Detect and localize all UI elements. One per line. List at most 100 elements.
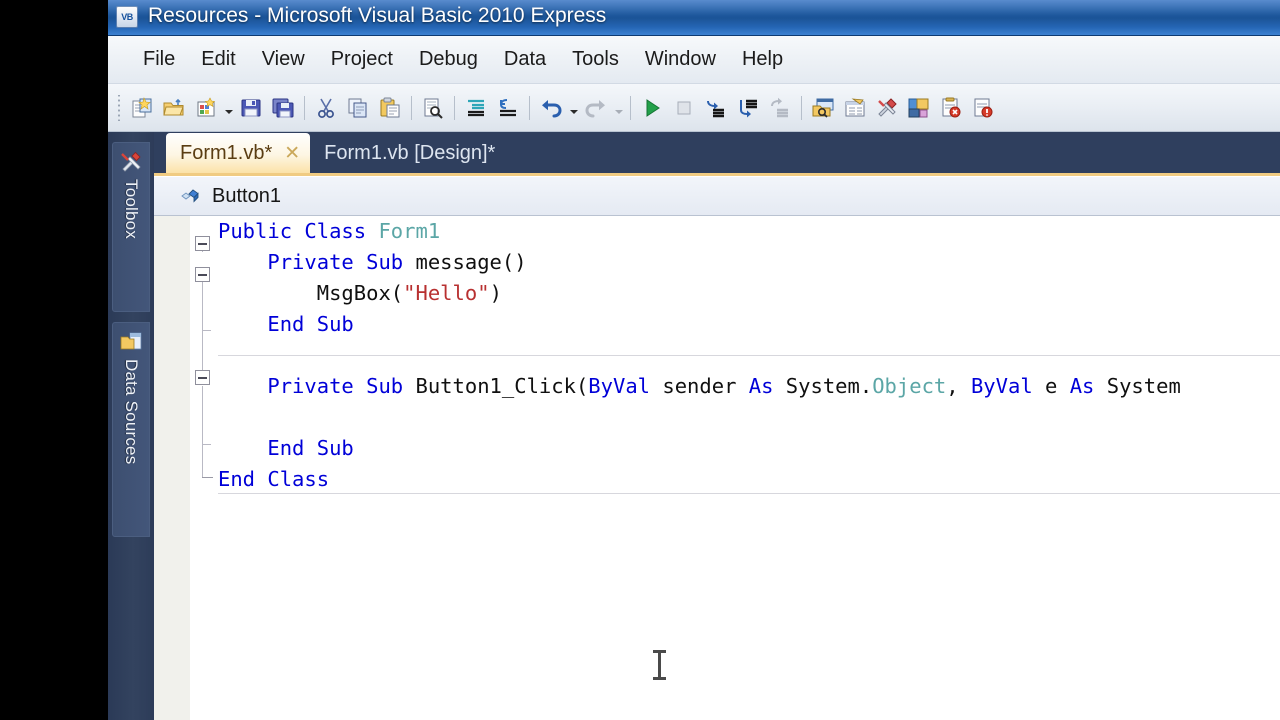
menu-item-debug[interactable]: Debug — [406, 44, 491, 75]
code-token: ByVal — [970, 374, 1033, 398]
stop-icon[interactable] — [669, 93, 699, 123]
workspace: Toolbox Data Sources Form1.vb* ✕ Form1.v… — [108, 132, 1280, 720]
menu-item-data[interactable]: Data — [491, 44, 559, 75]
code-token: As — [748, 374, 774, 398]
redo-dropdown[interactable] — [612, 93, 625, 123]
window-title: Resources - Microsoft Visual Basic 2010 … — [148, 4, 607, 27]
step-into-icon[interactable] — [701, 93, 731, 123]
code-token: Private — [267, 374, 354, 398]
code-line[interactable]: Public Class Form1 — [218, 216, 1280, 247]
code-line[interactable] — [218, 402, 1280, 433]
tab-form1-vb-design[interactable]: Form1.vb [Design]* — [310, 133, 505, 173]
menu-item-edit[interactable]: Edit — [188, 44, 248, 75]
outlining-rail — [202, 444, 204, 478]
sidebar-item-toolbox-label: Toolbox — [122, 179, 141, 239]
save-all-icon[interactable] — [268, 93, 298, 123]
new-project-icon[interactable] — [127, 93, 157, 123]
close-icon[interactable]: ✕ — [284, 142, 300, 165]
uncomment-icon[interactable] — [493, 93, 523, 123]
object-browser-icon[interactable] — [904, 93, 934, 123]
toolbox-icon[interactable] — [872, 93, 902, 123]
menu-bar: File Edit View Project Debug Data Tools … — [108, 36, 1280, 84]
toolbar-separator — [630, 95, 631, 120]
code-token: , — [946, 374, 971, 398]
step-over-icon[interactable] — [733, 93, 763, 123]
code-token: End — [267, 436, 305, 460]
code-token: Class — [304, 219, 367, 243]
code-editor[interactable]: Public Class Form1 Private Sub message()… — [154, 216, 1280, 720]
navigation-member-label[interactable]: Button1 — [212, 185, 281, 208]
copy-icon[interactable] — [343, 93, 373, 123]
add-new-item-dropdown[interactable] — [222, 93, 235, 123]
solution-explorer-icon[interactable] — [808, 93, 838, 123]
properties-window-icon[interactable] — [840, 93, 870, 123]
code-line[interactable]: End Sub — [218, 433, 1280, 464]
paste-icon[interactable] — [375, 93, 405, 123]
undo-dropdown[interactable] — [567, 93, 580, 123]
start-debugging-icon[interactable] — [637, 93, 667, 123]
code-line[interactable]: Private Sub Button1_Click(ByVal sender A… — [218, 371, 1280, 402]
indicator-margin[interactable] — [154, 216, 190, 720]
toolbox-icon — [120, 151, 142, 173]
sidebar-item-data-sources[interactable]: Data Sources — [112, 322, 150, 537]
menu-item-project[interactable]: Project — [318, 44, 406, 75]
open-file-icon[interactable] — [159, 93, 189, 123]
cut-icon[interactable] — [311, 93, 341, 123]
sidebar-item-toolbox[interactable]: Toolbox — [112, 142, 150, 312]
editor-area: Form1.vb* ✕ Form1.vb [Design]* Button1 P… — [154, 132, 1280, 720]
output-window-icon[interactable] — [968, 93, 998, 123]
text-cursor — [653, 650, 666, 680]
menu-item-window[interactable]: Window — [632, 44, 729, 75]
code-token: Sub — [366, 374, 404, 398]
code-token: Sub — [316, 436, 354, 460]
code-token: Form1 — [378, 219, 441, 243]
step-out-icon[interactable] — [765, 93, 795, 123]
outlining-foot — [202, 477, 213, 479]
outlining-rail — [202, 330, 204, 370]
save-icon[interactable] — [236, 93, 266, 123]
redo-icon[interactable] — [581, 93, 611, 123]
undo-icon[interactable] — [536, 93, 566, 123]
find-icon[interactable] — [418, 93, 448, 123]
menu-item-file[interactable]: File — [130, 44, 188, 75]
fold-toggle-sub-message[interactable] — [195, 267, 210, 282]
fold-toggle-sub-button1-click[interactable] — [195, 370, 210, 385]
toolbar-grip[interactable] — [114, 94, 124, 121]
code-token: Class — [267, 467, 330, 491]
menu-item-tools[interactable]: Tools — [559, 44, 632, 75]
code-line[interactable]: End Sub — [218, 309, 1280, 340]
screenshot-stage: VB Resources - Microsoft Visual Basic 20… — [0, 0, 1280, 720]
standard-toolbar — [108, 84, 1280, 132]
comment-icon[interactable] — [461, 93, 491, 123]
code-line[interactable]: End Class — [218, 464, 1280, 495]
code-token: MsgBox( — [316, 281, 404, 305]
code-line[interactable]: MsgBox("Hello") — [218, 278, 1280, 309]
add-new-item-icon[interactable] — [191, 93, 221, 123]
code-token: Sub — [316, 312, 354, 336]
menu-item-view[interactable]: View — [249, 44, 318, 75]
menu-item-help[interactable]: Help — [729, 44, 796, 75]
code-token: Private — [267, 250, 354, 274]
code-token: Object — [872, 374, 947, 398]
toolbar-separator — [304, 95, 305, 120]
code-line[interactable]: Private Sub message() — [218, 247, 1280, 278]
code-text-surface[interactable]: Public Class Form1 Private Sub message()… — [218, 216, 1280, 720]
code-token: End — [218, 467, 256, 491]
toolbar-separator — [454, 95, 455, 120]
code-token: As — [1069, 374, 1095, 398]
class-member-icon — [180, 187, 204, 205]
code-token: ) — [489, 281, 502, 305]
tab-form1-vb-design-label: Form1.vb [Design]* — [324, 141, 496, 164]
error-list-icon[interactable] — [936, 93, 966, 123]
tab-form1-vb[interactable]: Form1.vb* ✕ — [166, 133, 311, 173]
outlining-margin[interactable] — [190, 216, 218, 720]
code-token: End — [267, 312, 305, 336]
code-token: Button1_Click( — [403, 374, 589, 398]
fold-toggle-class[interactable] — [195, 236, 210, 251]
